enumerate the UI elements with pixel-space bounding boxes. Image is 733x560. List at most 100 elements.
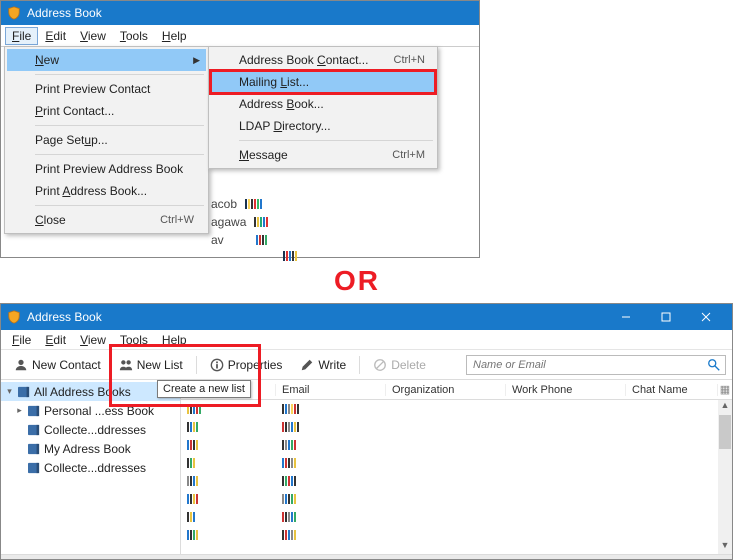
statusbar — [1, 554, 732, 559]
new-message[interactable]: Message Ctrl+M — [211, 144, 435, 166]
menu-help[interactable]: Help — [155, 332, 194, 348]
file-menu-print-preview-ab[interactable]: Print Preview Address Book — [7, 158, 206, 180]
book-icon — [27, 405, 41, 417]
table-row[interactable] — [181, 508, 732, 526]
col-email[interactable]: Email — [276, 384, 386, 396]
file-menu-print-ab[interactable]: Print Address Book... — [7, 180, 206, 202]
menu-separator — [35, 154, 204, 155]
search-input[interactable] — [471, 357, 707, 373]
table-row[interactable] — [181, 400, 732, 418]
tree-collected-2[interactable]: Collecte...ddresses — [1, 458, 180, 477]
col-organization[interactable]: Organization — [386, 384, 506, 396]
search-icon — [707, 358, 721, 372]
submenu-arrow-icon: ▶ — [193, 55, 200, 66]
delete-button[interactable]: Delete — [366, 354, 433, 376]
app-icon — [7, 6, 21, 20]
address-book-window-2: Address Book File Edit View Tools Help N… — [0, 303, 733, 560]
scroll-down-icon[interactable]: ▼ — [718, 540, 732, 554]
search-box[interactable] — [466, 355, 726, 375]
file-menu-new[interactable]: New ▶ — [7, 49, 206, 71]
file-menu-print-preview-contact[interactable]: Print Preview Contact — [7, 78, 206, 100]
tree-all-address-books[interactable]: ▾ All Address Books — [1, 382, 180, 401]
scroll-up-icon[interactable]: ▲ — [718, 400, 732, 414]
address-book-window-1: Address Book File Edit View Tools Help a… — [0, 0, 480, 258]
new-mailing-list[interactable]: Mailing List... — [211, 71, 435, 93]
new-contact-button[interactable]: New Contact — [7, 354, 108, 376]
table-row[interactable] — [181, 436, 732, 454]
contact-rows: ▲ ▼ — [181, 400, 732, 554]
column-picker-icon[interactable]: ▦ — [718, 383, 732, 396]
menu-separator — [35, 74, 204, 75]
file-menu-print-contact[interactable]: Print Contact... — [7, 100, 206, 122]
file-menu-close[interactable]: Close Ctrl+W — [7, 209, 206, 231]
properties-button[interactable]: Properties — [203, 354, 290, 376]
menu-separator — [239, 140, 433, 141]
pencil-icon — [300, 358, 314, 372]
app-icon — [7, 310, 21, 324]
expand-icon[interactable]: ▾ — [5, 386, 14, 397]
col-workphone[interactable]: Work Phone — [506, 384, 626, 396]
menu-tools[interactable]: Tools — [113, 332, 155, 348]
table-row[interactable] — [181, 418, 732, 436]
menu-help[interactable]: Help — [155, 27, 194, 45]
book-icon — [27, 424, 41, 436]
delete-icon — [373, 358, 387, 372]
new-submenu: Address Book Contact... Ctrl+N Mailing L… — [208, 46, 438, 169]
new-list-tooltip: Create a new list — [157, 380, 251, 398]
write-button[interactable]: Write — [293, 354, 353, 376]
tree-collected-1[interactable]: Collecte...ddresses — [1, 420, 180, 439]
menu-file-rest: ile — [19, 29, 31, 43]
obscured-row-4 — [283, 251, 297, 261]
toolbar: New Contact New List Properties Write De… — [1, 350, 732, 380]
new-address-book[interactable]: Address Book... — [211, 93, 435, 115]
menu-view[interactable]: View — [73, 332, 113, 348]
table-row[interactable] — [181, 526, 732, 544]
menubar: File Edit View Tools Help — [1, 25, 479, 47]
tree-my-ab[interactable]: My Adress Book — [1, 439, 180, 458]
menu-view[interactable]: View — [73, 27, 113, 45]
titlebar[interactable]: Address Book — [1, 1, 479, 25]
maximize-button[interactable] — [646, 304, 686, 330]
book-icon — [17, 386, 31, 398]
close-button[interactable] — [686, 304, 726, 330]
or-divider-label: OR — [334, 265, 380, 297]
obscured-row-2: agawa — [211, 215, 268, 229]
info-icon — [210, 358, 224, 372]
table-row[interactable] — [181, 490, 732, 508]
minimize-button[interactable] — [606, 304, 646, 330]
window-title: Address Book — [27, 6, 102, 20]
table-row[interactable] — [181, 454, 732, 472]
window2-body: ▾ All Address Books ▸ Personal ...ess Bo… — [1, 380, 732, 554]
contact-list-pane: Name Email Organization Work Phone Chat … — [181, 380, 732, 554]
menu-separator — [35, 205, 204, 206]
new-ldap-directory[interactable]: LDAP Directory... — [211, 115, 435, 137]
book-icon — [27, 443, 41, 455]
col-chatname[interactable]: Chat Name — [626, 384, 718, 396]
file-menu-page-setup[interactable]: Page Setup... — [7, 129, 206, 151]
menu-edit[interactable]: Edit — [38, 27, 73, 45]
menubar: File Edit View Tools Help — [1, 330, 732, 350]
menu-file[interactable]: File — [5, 27, 38, 45]
table-row[interactable] — [181, 472, 732, 490]
menu-file[interactable]: File — [5, 332, 38, 348]
toolbar-separator — [196, 356, 197, 374]
obsc顾red-text — [245, 199, 262, 209]
tree-personal-ab[interactable]: ▸ Personal ...ess Book — [1, 401, 180, 420]
people-icon — [119, 358, 133, 372]
window-title: Address Book — [27, 310, 102, 324]
expand-icon[interactable]: ▸ — [15, 405, 24, 416]
menu-edit[interactable]: Edit — [38, 332, 73, 348]
person-icon — [14, 358, 28, 372]
file-menu-dropdown: New ▶ Print Preview Contact Print Contac… — [4, 46, 209, 234]
menu-tools[interactable]: Tools — [113, 27, 155, 45]
obscured-row-3: av — [211, 233, 267, 247]
toolbar-separator — [359, 356, 360, 374]
address-book-tree: ▾ All Address Books ▸ Personal ...ess Bo… — [1, 380, 181, 554]
titlebar[interactable]: Address Book — [1, 304, 732, 330]
vertical-scrollbar[interactable]: ▲ ▼ — [718, 400, 732, 554]
new-address-book-contact[interactable]: Address Book Contact... Ctrl+N — [211, 49, 435, 71]
menu-separator — [35, 125, 204, 126]
obscured-row-1: acob — [211, 197, 262, 211]
new-list-button[interactable]: New List — [112, 354, 190, 376]
scroll-thumb[interactable] — [719, 415, 731, 449]
